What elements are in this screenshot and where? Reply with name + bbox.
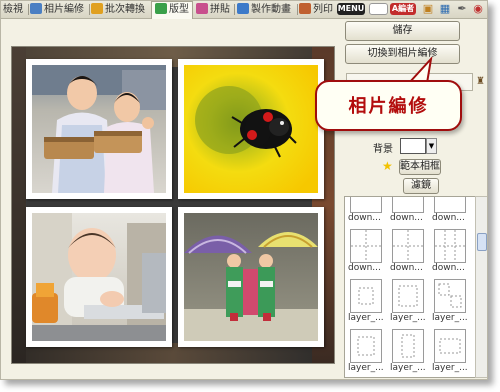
thumbnail-caption: layer_... [390, 363, 426, 373]
scrollbar-thumb[interactable] [477, 233, 487, 251]
thumbnail-caption: down... [432, 263, 465, 273]
tab-animation-label: 製作動畫 [251, 4, 291, 15]
edit-photo-icon [30, 3, 42, 14]
thumbnail-item[interactable] [434, 279, 466, 313]
photo-ladybug-flower [184, 65, 318, 193]
sample-frame-button[interactable]: 範本相框 [399, 159, 441, 175]
photo-frame-4[interactable] [178, 207, 324, 347]
tab-print[interactable]: 列印 [299, 2, 333, 17]
tab-animation[interactable]: 製作動畫 [237, 2, 291, 17]
thumbnail-item[interactable] [392, 229, 424, 263]
save-icon[interactable]: ▦ [438, 2, 452, 16]
thumbnail-item[interactable] [392, 279, 424, 313]
thumbnail-item[interactable] [350, 197, 382, 213]
background-color-swatch[interactable] [400, 138, 426, 154]
character-icon[interactable]: ♜ [476, 77, 485, 87]
thumbnail-caption: layer_... [348, 363, 384, 373]
tab-batch-convert-label: 批次轉換 [105, 4, 145, 15]
tab-edit-photo[interactable]: 相片編修 [30, 2, 84, 17]
thumbnail-caption: layer_... [390, 313, 426, 323]
thumbnail-caption: layer_... [432, 313, 468, 323]
tab-view-label: 檢視 [3, 4, 23, 15]
thumbnail-item[interactable] [434, 197, 466, 213]
batch-convert-icon [91, 3, 103, 14]
thumbnail-caption: down... [432, 213, 465, 223]
chevron-down-icon[interactable]: ▼ [426, 138, 437, 154]
star-icon: ★ [382, 159, 393, 173]
wrench-icon[interactable]: ✒ [455, 2, 469, 16]
print-icon [299, 3, 311, 14]
thumbnail-item[interactable] [434, 329, 466, 363]
collage-icon [196, 3, 208, 14]
photo-frame-2[interactable] [178, 59, 324, 199]
thumbnail-scrollbar[interactable] [475, 196, 487, 378]
tab-layout[interactable]: 版型 [151, 1, 193, 19]
background-label: 背景 [373, 144, 393, 155]
folder-icon[interactable]: ▣ [421, 2, 435, 16]
tab-layout-label: 版型 [169, 4, 189, 15]
thumbnail-item[interactable] [434, 229, 466, 263]
callout-text: 相片編修 [348, 96, 429, 117]
thumbnail-item[interactable] [350, 229, 382, 263]
tab-bar: 檢視 相片編修 批次轉換 版型 拼貼 製作動畫 列印 MENU A編者 ▣ ▦ … [1, 1, 487, 19]
animation-icon [237, 3, 249, 14]
thumbnail-caption: layer_... [432, 363, 468, 373]
thumbnail-caption: down... [348, 213, 381, 223]
layout-canvas[interactable] [11, 46, 335, 364]
tab-print-label: 列印 [313, 4, 333, 15]
blank-toggle-button[interactable] [369, 3, 388, 15]
tab-collage-label: 拼貼 [210, 4, 230, 15]
photo-kids-umbrellas [184, 213, 318, 341]
thumbnail-caption: down... [348, 263, 381, 273]
layout-icon [155, 3, 167, 14]
thumbnail-caption: down... [390, 263, 423, 273]
tab-batch-convert[interactable]: 批次轉換 [91, 2, 145, 17]
callout-bubble: 相片編修 [315, 80, 462, 131]
frame-thumbnail-list[interactable]: down... down... down... down... down... … [344, 196, 476, 378]
thumbnail-item[interactable] [350, 329, 382, 363]
thumbnail-caption: layer_... [348, 313, 384, 323]
photo-baby-laptop [32, 213, 166, 341]
tab-edit-photo-label: 相片編修 [44, 4, 84, 15]
app-window: 檢視 相片編修 批次轉換 版型 拼貼 製作動畫 列印 MENU A編者 ▣ ▦ … [0, 0, 488, 380]
photo-frame-3[interactable] [26, 207, 172, 347]
editor-button[interactable]: A編者 [390, 3, 416, 15]
thumbnail-item[interactable] [350, 279, 382, 313]
thumbnail-item[interactable] [392, 197, 424, 213]
thumbnail-caption: down... [390, 213, 423, 223]
photo-frame-1[interactable] [26, 59, 172, 199]
menu-button[interactable]: MENU [337, 3, 365, 15]
help-icon[interactable]: ◉ [471, 2, 485, 16]
tab-collage[interactable]: 拼貼 [196, 2, 230, 17]
photo-kids-buckets [32, 65, 166, 193]
filter-button[interactable]: 濾鏡 [403, 178, 439, 194]
tab-view[interactable]: 檢視 [3, 2, 23, 17]
thumbnail-item[interactable] [392, 329, 424, 363]
save-button[interactable]: 儲存 [345, 21, 460, 41]
